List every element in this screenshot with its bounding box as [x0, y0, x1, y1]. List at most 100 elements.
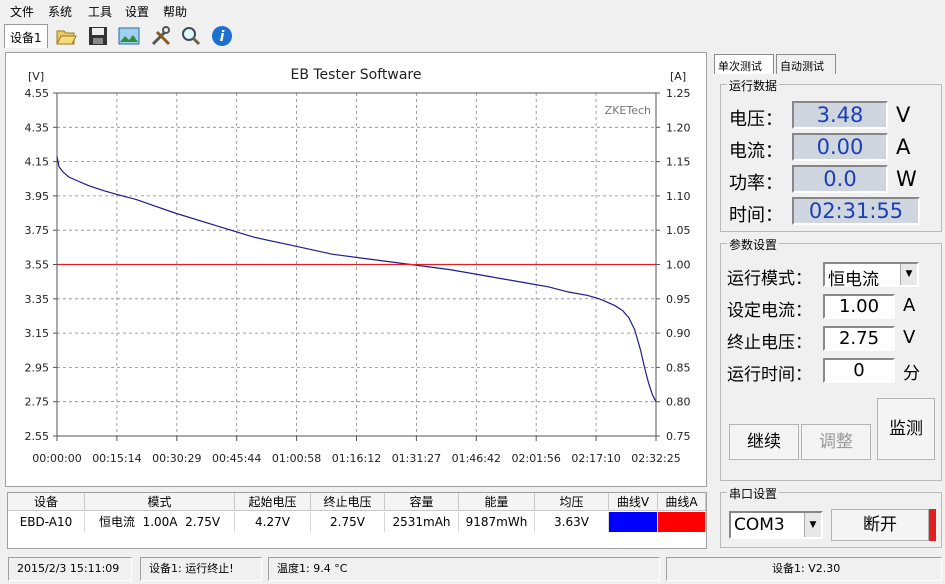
- serial-title: 串口设置: [727, 485, 780, 502]
- table-header: 能量: [459, 493, 535, 511]
- params-title: 参数设置: [727, 236, 780, 253]
- chart-title: EB Tester Software: [290, 67, 421, 83]
- tools-icon[interactable]: [150, 25, 172, 47]
- toolbar: 设备1 i: [0, 20, 708, 52]
- current-label: 电流：: [729, 141, 783, 162]
- table-cell-capacity: 2531mAh: [385, 512, 459, 532]
- table-header: 容量: [385, 493, 459, 511]
- y-tick-label-right: 1.05: [666, 224, 691, 237]
- continue-button[interactable]: 继续: [729, 424, 799, 460]
- menu-system[interactable]: 系统: [48, 3, 72, 20]
- status-device: 设备1: 运行终止!: [140, 557, 262, 581]
- monitor-button[interactable]: 监测: [877, 398, 935, 460]
- status-temperature: 温度1: 9.4 °C: [268, 557, 660, 581]
- curve-v-color-swatch[interactable]: [609, 512, 658, 532]
- y-tick-label-left: 3.55: [25, 259, 50, 272]
- run-data-group: 运行数据 电压： 3.48 V 电流： 0.00 A 功率： 0.0 W 时间：…: [720, 77, 942, 232]
- y-tick-label-right: 0.75: [666, 430, 691, 443]
- svg-text:i: i: [220, 29, 225, 45]
- y-tick-label-left: 4.55: [25, 87, 50, 100]
- mode-select-value: 恒电流: [828, 270, 879, 290]
- save-disk-icon[interactable]: [87, 25, 109, 47]
- menu-help[interactable]: 帮助: [163, 3, 187, 20]
- time-label: 时间：: [729, 205, 783, 226]
- cutoff-voltage-input[interactable]: 2.75: [823, 326, 895, 351]
- disconnect-button[interactable]: 断开: [831, 509, 929, 541]
- y-tick-label-left: 4.15: [25, 156, 50, 169]
- port-select-value: COM3: [734, 515, 785, 535]
- current-readout: 0.00: [792, 133, 888, 161]
- set-current-label: 设定电流：: [727, 301, 812, 321]
- voltage-readout: 3.48: [792, 101, 888, 129]
- adjust-button[interactable]: 调整: [801, 424, 871, 460]
- table-header: 设备: [8, 493, 85, 511]
- run-data-title: 运行数据: [727, 77, 780, 94]
- set-current-input[interactable]: 1.00: [823, 294, 895, 319]
- power-readout: 0.0: [792, 165, 888, 193]
- time-readout: 02:31:55: [792, 197, 920, 225]
- power-label: 功率：: [729, 173, 783, 194]
- table-header: 曲线V: [609, 493, 658, 511]
- table-cell-end-voltage: 2.75V: [311, 512, 385, 532]
- y-tick-label-right: 0.95: [666, 293, 691, 306]
- menu-tools[interactable]: 工具: [88, 3, 112, 20]
- table-header: 模式: [85, 493, 235, 511]
- tab-single-test[interactable]: 单次测试: [714, 54, 774, 74]
- menu-settings[interactable]: 设置: [125, 3, 149, 20]
- table-cell-start-voltage: 4.27V: [235, 512, 311, 532]
- table-cell-energy: 9187mWh: [459, 512, 535, 532]
- y-tick-label-right: 0.80: [666, 396, 691, 409]
- x-tick-label: 01:16:12: [332, 452, 381, 465]
- open-folder-icon[interactable]: [55, 25, 77, 47]
- table-header: 起始电压: [235, 493, 311, 511]
- port-select[interactable]: COM3 ▼: [729, 511, 823, 539]
- table-header: 终止电压: [311, 493, 385, 511]
- info-icon[interactable]: i: [211, 25, 233, 47]
- curve-a-color-swatch[interactable]: [658, 512, 706, 532]
- y-tick-label-left: 3.95: [25, 190, 50, 203]
- chart-watermark: ZKETech: [605, 104, 651, 117]
- table-header: 均压: [535, 493, 609, 511]
- table-cell-mode: 恒电流 1.00A 2.75V: [85, 512, 235, 532]
- connection-indicator: [929, 509, 936, 541]
- left-axis-unit: [V]: [28, 70, 44, 83]
- menu-bar: 文件 系统 工具 设置 帮助: [0, 0, 945, 20]
- voltage-label: 电压：: [729, 109, 783, 130]
- mode-select[interactable]: 恒电流 ▼: [823, 262, 919, 290]
- cutoff-voltage-unit: V: [903, 327, 916, 348]
- right-axis-unit: [A]: [670, 70, 686, 83]
- x-tick-label: 02:32:25: [631, 452, 680, 465]
- x-tick-label: 00:45:44: [212, 452, 261, 465]
- magnifier-icon[interactable]: [180, 25, 202, 47]
- run-time-label: 运行时间：: [727, 365, 812, 385]
- y-tick-label-left: 2.95: [25, 361, 50, 374]
- mode-label: 运行模式：: [727, 269, 812, 289]
- chart-image-icon[interactable]: [118, 25, 140, 47]
- status-bar: 2015/2/3 15:11:09 设备1: 运行终止! 温度1: 9.4 °C…: [0, 555, 945, 584]
- y-tick-label-right: 0.90: [666, 327, 691, 340]
- cutoff-voltage-label: 终止电压：: [727, 333, 812, 353]
- menu-file[interactable]: 文件: [10, 3, 34, 20]
- chart-panel: 4.55 1.25 4.35 1.20 4.15 1.15 3.95 1.10 3.75 1.05…: [5, 52, 707, 487]
- x-tick-label: 00:15:14: [92, 452, 141, 465]
- x-tick-label: 01:46:42: [452, 452, 501, 465]
- x-tick-label: 02:01:56: [511, 452, 560, 465]
- chevron-down-icon[interactable]: ▼: [804, 513, 821, 537]
- status-datetime: 2015/2/3 15:11:09: [8, 557, 132, 581]
- current-unit: A: [896, 135, 911, 159]
- result-table: 设备 模式 起始电压 终止电压 容量 能量 均压 曲线V 曲线A EBD-A10…: [7, 492, 707, 549]
- y-tick-label-left: 2.55: [25, 430, 50, 443]
- run-time-input[interactable]: 0: [823, 358, 895, 383]
- chevron-down-icon[interactable]: ▼: [900, 264, 917, 285]
- x-tick-label: 01:00:58: [272, 452, 321, 465]
- power-unit: W: [896, 167, 917, 191]
- y-tick-label-left: 4.35: [25, 121, 50, 134]
- set-current-unit: A: [903, 295, 916, 316]
- table-cell-avg-voltage: 3.63V: [535, 512, 609, 532]
- tab-auto-test[interactable]: 自动测试: [776, 54, 836, 74]
- voltage-unit: V: [896, 103, 911, 127]
- tab-device1[interactable]: 设备1: [4, 24, 48, 48]
- y-tick-label-right: 1.15: [666, 156, 691, 169]
- y-tick-label-right: 1.20: [666, 121, 691, 134]
- run-time-unit: 分: [903, 364, 920, 384]
